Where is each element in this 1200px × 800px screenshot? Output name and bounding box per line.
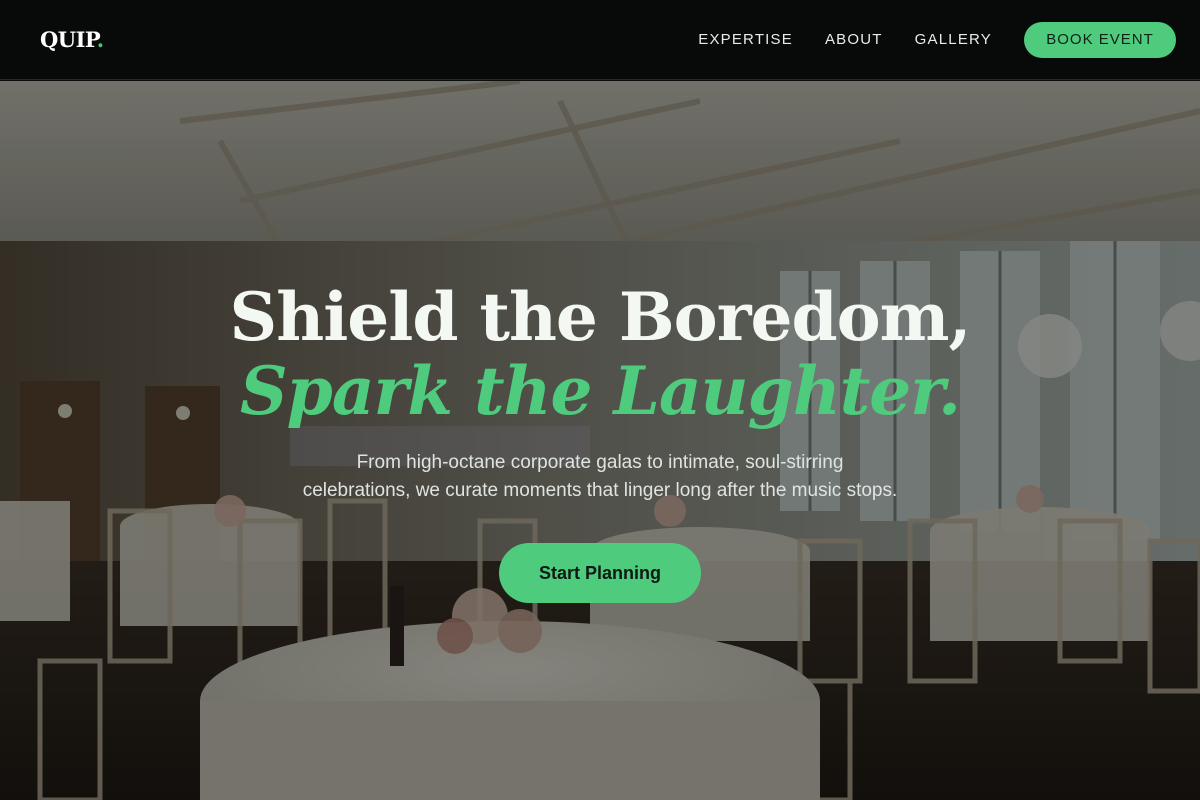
book-event-button[interactable]: BOOK EVENT [1024, 21, 1176, 58]
nav-link-about[interactable]: ABOUT [825, 31, 883, 48]
nav-link-gallery[interactable]: GALLERY [915, 31, 992, 48]
nav-links: EXPERTISE ABOUT GALLERY BOOK EVENT [698, 21, 1176, 58]
nav-link-expertise[interactable]: EXPERTISE [698, 31, 793, 48]
hero-title-line-2: Spark the Laughter. [240, 352, 961, 430]
hero-dark-overlay [0, 81, 1200, 800]
logo-dot: . [96, 27, 104, 52]
brand-logo[interactable]: QUIP. [40, 27, 104, 52]
hero-subtitle: From high-octane corporate galas to inti… [250, 449, 950, 505]
logo-text: QUIP [40, 27, 97, 52]
hero-section: Shield the Boredom, Spark the Laughter. … [0, 81, 1200, 800]
hero-subtitle-line-1: From high-octane corporate galas to inti… [356, 452, 844, 473]
top-navbar: QUIP. EXPERTISE ABOUT GALLERY BOOK EVENT [0, 0, 1200, 80]
start-planning-button[interactable]: Start Planning [499, 543, 701, 603]
hero-subtitle-line-2: celebrations, we curate moments that lin… [302, 480, 898, 501]
hero-title-line-1: Shield the Boredom, [229, 278, 972, 356]
